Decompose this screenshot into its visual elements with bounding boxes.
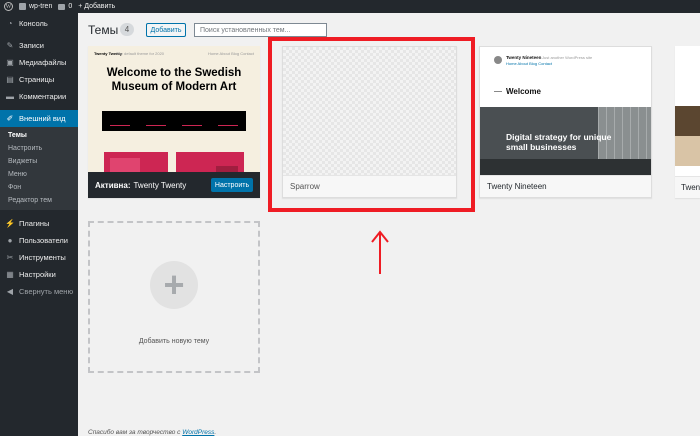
sidebar-collapse-menu[interactable]: ◀ Свернуть меню xyxy=(0,283,78,300)
sidebar-item-settings[interactable]: ▦ Настройки xyxy=(0,266,78,283)
theme-name: Twen xyxy=(681,183,700,192)
theme-screenshot xyxy=(675,46,700,177)
sidebar-item-posts[interactable]: ✎ Записи xyxy=(0,37,78,54)
appearance-submenu: Темы Настроить Виджеты Меню Фон Редактор… xyxy=(0,127,78,210)
sidebar-item-label: Записи xyxy=(19,41,44,50)
preview-site: Twenty Nineteen xyxy=(506,55,542,60)
wordpress-logo-icon[interactable]: W xyxy=(4,2,13,11)
sidebar-item-label: Комментарии xyxy=(19,92,67,101)
preview-strategy: Digital strategy for unique small busine… xyxy=(506,132,612,152)
search-themes-input[interactable] xyxy=(194,23,327,37)
red-arrow-annotation xyxy=(371,230,389,274)
theme-name-bar: Активна: Twenty Twenty Настроить xyxy=(88,172,260,198)
sidebar-item-comments[interactable]: ▬ Комментарии xyxy=(0,88,78,105)
media-icon: ▣ xyxy=(6,58,14,67)
users-icon: ● xyxy=(7,236,13,245)
admin-bar-new[interactable]: + Добавить xyxy=(78,3,115,10)
preview-desc: Just another WordPress site xyxy=(542,55,593,60)
theme-name-bar: Twen xyxy=(675,176,700,198)
sidebar-item-label: Страницы xyxy=(19,75,55,84)
home-icon xyxy=(19,3,26,10)
footer-wordpress-link[interactable]: WordPress xyxy=(182,429,214,436)
submenu-item-widgets[interactable]: Виджеты xyxy=(0,155,78,168)
preview-headline: Welcome to the Swedish Museum of Modern … xyxy=(106,67,242,93)
add-new-theme-label: Добавить новую тему xyxy=(138,338,210,345)
sidebar-item-dashboard[interactable]: ◔ Консоль xyxy=(0,15,78,32)
footer-text: Спасибо вам за творчество с xyxy=(88,429,181,436)
dashboard-icon: ◔ xyxy=(7,19,13,28)
sidebar-item-label: Медиафайлы xyxy=(19,58,67,67)
theme-count-badge: 4 xyxy=(120,23,134,36)
sidebar-item-label: Внешний вид xyxy=(19,114,66,123)
preview-welcome: Welcome xyxy=(506,87,541,96)
sidebar-item-tools[interactable]: ✂ Инструменты xyxy=(0,249,78,266)
page-title: Темы xyxy=(88,23,119,37)
active-label: Активна: xyxy=(95,180,131,190)
admin-bar: W wp-tren 0 + Добавить xyxy=(0,0,700,13)
preview-nav: Home About Blog Contact xyxy=(506,61,553,66)
settings-icon: ▦ xyxy=(6,270,14,279)
theme-screenshot: Twenty Nineteen Just another WordPress s… xyxy=(480,47,651,178)
submenu-item-themes[interactable]: Темы xyxy=(0,129,78,142)
theme-card-partial[interactable]: Twen xyxy=(675,46,700,198)
site-name: wp-tren xyxy=(29,3,53,10)
admin-bar-comments[interactable]: 0 xyxy=(58,3,72,10)
admin-bar-site[interactable]: wp-tren xyxy=(19,3,52,10)
preview-tagline: The default theme for 2020 xyxy=(116,51,165,56)
preview-dark-band xyxy=(102,111,246,131)
sidebar-item-pages[interactable]: ▤ Страницы xyxy=(0,71,78,88)
theme-name: Twenty Nineteen xyxy=(487,182,547,191)
pin-icon: ✎ xyxy=(6,41,14,50)
tools-icon: ✂ xyxy=(6,253,14,262)
plugin-icon: ⚡ xyxy=(5,219,15,228)
admin-sidebar: ◔ Консоль ✎ Записи ▣ Медиафайлы ▤ Страни… xyxy=(0,13,78,436)
submenu-item-theme-editor[interactable]: Редактор тем xyxy=(0,194,78,207)
sidebar-item-label: Консоль xyxy=(19,19,48,28)
preview-logo-icon xyxy=(494,56,502,64)
page-icon: ▤ xyxy=(6,75,14,84)
comment-icon: ▬ xyxy=(6,92,14,101)
plus-icon: + xyxy=(150,261,198,309)
brush-icon: ✐ xyxy=(6,114,14,123)
sidebar-item-label: Свернуть меню xyxy=(19,287,74,296)
theme-card-twenty-nineteen[interactable]: Twenty Nineteen Just another WordPress s… xyxy=(479,46,652,198)
sidebar-item-media[interactable]: ▣ Медиафайлы xyxy=(0,54,78,71)
sidebar-item-plugins[interactable]: ⚡ Плагины xyxy=(0,215,78,232)
submenu-item-customize[interactable]: Настроить xyxy=(0,142,78,155)
theme-card-active[interactable]: Twenty Twenty The default theme for 2020… xyxy=(88,46,260,198)
sidebar-item-users[interactable]: ● Пользователи xyxy=(0,232,78,249)
sidebar-item-appearance[interactable]: ✐ Внешний вид xyxy=(0,110,78,127)
theme-name-bar: Twenty Nineteen xyxy=(480,175,651,197)
collapse-icon: ◀ xyxy=(6,287,14,296)
sidebar-item-label: Плагины xyxy=(19,219,50,228)
theme-name: Twenty Twenty xyxy=(133,180,187,190)
preview-nav: Home About Blog Contact xyxy=(207,51,254,56)
sidebar-item-label: Настройки xyxy=(19,270,56,279)
customize-button[interactable]: Настроить xyxy=(211,178,253,192)
sidebar-item-label: Инструменты xyxy=(19,253,66,262)
admin-footer: Спасибо вам за творчество с WordPress. xyxy=(88,429,217,436)
comments-count: 0 xyxy=(68,3,73,10)
sidebar-item-label: Пользователи xyxy=(19,236,68,245)
red-highlight-box xyxy=(268,37,475,212)
add-new-theme-card[interactable]: + Добавить новую тему xyxy=(88,221,260,373)
submenu-item-background[interactable]: Фон xyxy=(0,181,78,194)
add-theme-button[interactable]: Добавить xyxy=(146,23,186,37)
submenu-item-menus[interactable]: Меню xyxy=(0,168,78,181)
comment-bubble-icon xyxy=(58,3,66,10)
